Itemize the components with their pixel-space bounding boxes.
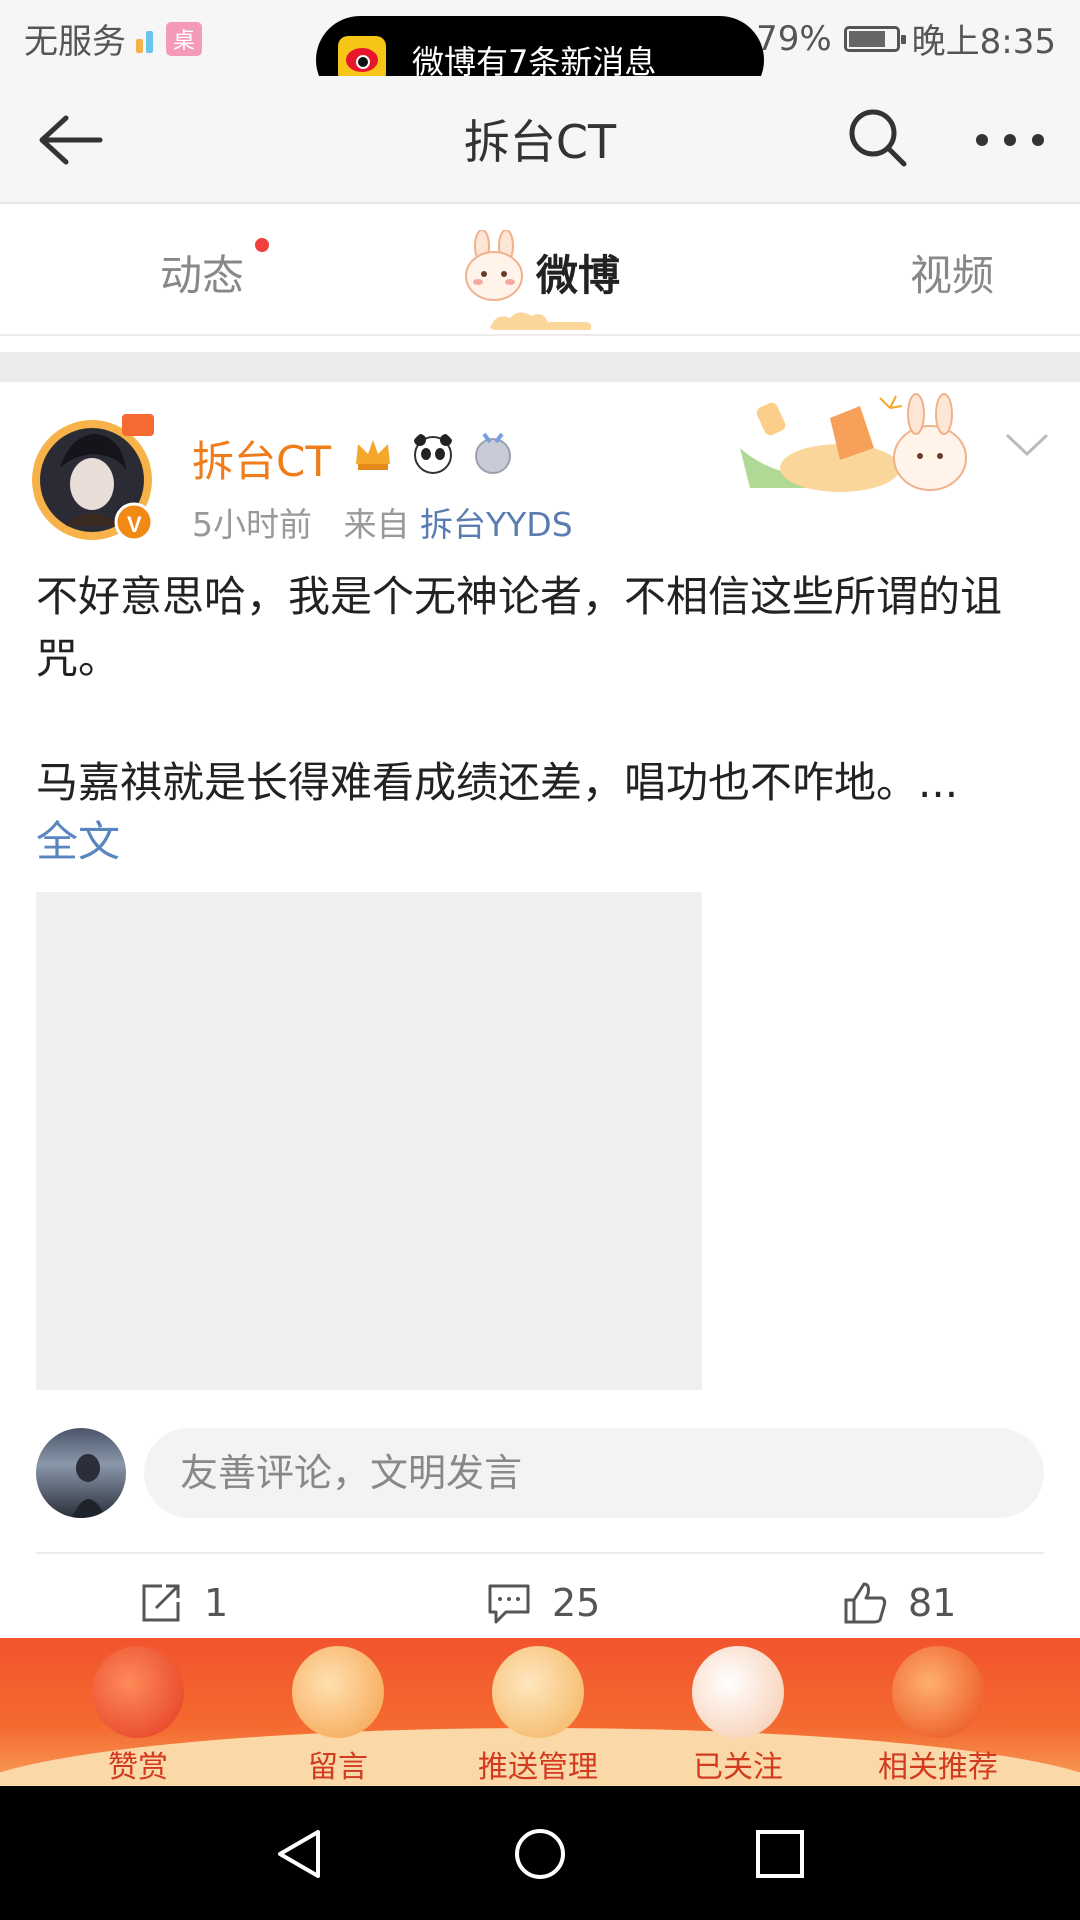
crown-badge-icon[interactable] bbox=[350, 430, 396, 476]
fest-label: 相关推荐 bbox=[878, 1750, 998, 1785]
thumbs-up-icon bbox=[844, 1582, 887, 1624]
like-count: 81 bbox=[908, 1581, 957, 1625]
festival-decoration-icon bbox=[740, 393, 967, 492]
fest-label: 赞赏 bbox=[108, 1750, 168, 1785]
battery-icon bbox=[843, 25, 906, 52]
cloud-icon bbox=[492, 1646, 584, 1738]
comment-icon bbox=[488, 1584, 530, 1624]
bunny-icon bbox=[465, 230, 523, 301]
source-prefix: 来自 bbox=[343, 505, 410, 544]
persimmon-icon bbox=[892, 1646, 984, 1738]
fest-label: 留言 bbox=[308, 1750, 368, 1785]
divider bbox=[36, 1552, 1044, 1554]
panda-badge-icon[interactable] bbox=[410, 430, 456, 476]
battery-percent: 79% bbox=[756, 18, 832, 59]
push-settings-button[interactable]: 推送管理 bbox=[458, 1646, 618, 1786]
post-time: 5小时前 bbox=[192, 505, 312, 544]
comment-count: 25 bbox=[552, 1581, 601, 1625]
message-button[interactable]: 留言 bbox=[258, 1646, 418, 1786]
svg-text:V: V bbox=[127, 512, 142, 537]
post-meta: 5小时前 来自 拆台YYDS bbox=[192, 498, 573, 546]
author-name[interactable]: 拆台CT bbox=[192, 428, 331, 489]
like-button[interactable]: 81 bbox=[842, 1580, 956, 1626]
more-icon[interactable] bbox=[974, 132, 1046, 148]
envelope-icon bbox=[292, 1646, 384, 1738]
post-body: 不好意思哈，我是个无神论者，不相信这些所谓的诅咒。 马嘉祺就是长得难看成绩还差，… bbox=[36, 566, 1046, 814]
post-text-paragraph: 不好意思哈，我是个无神论者，不相信这些所谓的诅咒。 bbox=[36, 572, 1003, 683]
author-badges bbox=[350, 430, 516, 476]
followed-button[interactable]: 已关注 bbox=[658, 1646, 818, 1786]
top-navbar: 拆台CT bbox=[0, 76, 1080, 204]
fest-label: 推送管理 bbox=[478, 1750, 598, 1785]
status-right: 79% 晚上8:35 bbox=[756, 14, 1056, 63]
related-recommend-button[interactable]: 相关推荐 bbox=[858, 1646, 1018, 1786]
repost-icon bbox=[142, 1584, 180, 1622]
fest-label: 已关注 bbox=[693, 1750, 783, 1785]
tab-weibo[interactable]: 微博 bbox=[536, 242, 620, 303]
system-nav-bar bbox=[0, 1786, 1080, 1920]
chevron-down-icon[interactable] bbox=[1004, 432, 1050, 460]
red-envelope-icon bbox=[92, 1646, 184, 1738]
battery-fill bbox=[848, 30, 885, 47]
medal-badge-icon[interactable] bbox=[470, 430, 516, 476]
clock: 晚上8:35 bbox=[911, 22, 1056, 62]
page-title: 拆台CT bbox=[463, 115, 617, 169]
profile-tabs: 动态 微博 视频 bbox=[0, 206, 1080, 336]
full-text-link[interactable]: 全文 bbox=[36, 808, 120, 869]
post-actions: 1 25 81 bbox=[0, 1576, 1080, 1636]
post-source[interactable]: 拆台YYDS bbox=[420, 505, 573, 544]
carrier-text: 无服务 bbox=[24, 22, 126, 62]
recents-square-icon[interactable] bbox=[752, 1826, 808, 1882]
festive-action-bar: 赞赏 留言 推送管理 已关注 相关推荐 bbox=[0, 1638, 1080, 1786]
comment-button[interactable]: 25 bbox=[486, 1580, 600, 1626]
home-circle-icon[interactable] bbox=[512, 1826, 568, 1882]
section-separator bbox=[0, 352, 1080, 382]
my-avatar[interactable] bbox=[36, 1428, 126, 1518]
back-triangle-icon[interactable] bbox=[272, 1826, 328, 1882]
search-icon[interactable] bbox=[846, 106, 910, 170]
comment-input[interactable] bbox=[144, 1428, 1044, 1518]
signal-icon bbox=[136, 25, 156, 53]
post-image[interactable] bbox=[36, 892, 702, 1390]
repost-count: 1 bbox=[204, 1581, 229, 1625]
desk-badge: 桌 bbox=[166, 21, 202, 56]
cloud-decoration-icon bbox=[490, 312, 592, 330]
bunny-icon bbox=[692, 1646, 784, 1738]
post-text-paragraph: 马嘉祺就是长得难看成绩还差，唱功也不咋地。... bbox=[36, 758, 959, 807]
unread-dot bbox=[255, 238, 269, 252]
author-avatar[interactable]: V bbox=[30, 408, 160, 544]
repost-button[interactable]: 1 bbox=[138, 1580, 228, 1626]
status-left: 无服务 桌 bbox=[24, 14, 202, 63]
reward-button[interactable]: 赞赏 bbox=[58, 1646, 218, 1786]
tab-dongtai[interactable]: 动态 bbox=[160, 242, 244, 303]
tab-video[interactable]: 视频 bbox=[910, 242, 994, 303]
